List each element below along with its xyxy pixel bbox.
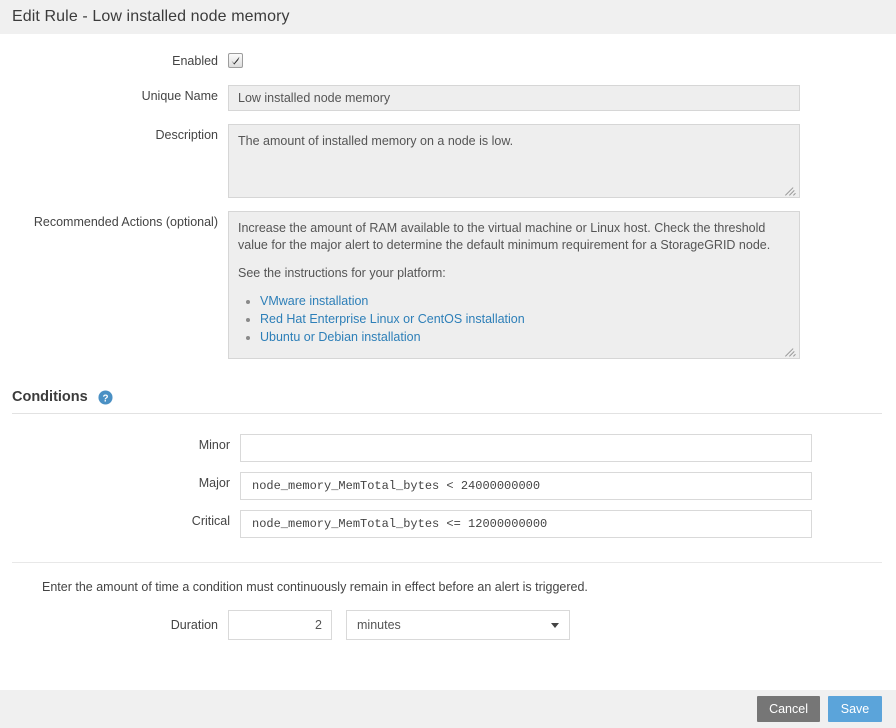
- conditions-header: Conditions ?: [12, 389, 882, 414]
- rule-form: Enabled Unique Name Description The amou…: [0, 34, 896, 359]
- description-textarea[interactable]: The amount of installed memory on a node…: [228, 124, 800, 198]
- dialog-footer: Cancel Save: [0, 690, 896, 728]
- field-row-critical: Critical: [12, 510, 882, 538]
- conditions-body: Minor Major Critical: [12, 414, 882, 538]
- svg-text:?: ?: [102, 393, 108, 404]
- major-condition-input[interactable]: [240, 472, 812, 500]
- chevron-down-icon: [551, 623, 559, 628]
- field-row-enabled: Enabled: [0, 50, 896, 72]
- list-item: Red Hat Enterprise Linux or CentOS insta…: [260, 311, 790, 328]
- duration-unit-select[interactable]: minutes: [346, 610, 570, 640]
- resize-handle-icon: [785, 184, 797, 196]
- recommended-actions-field: Increase the amount of RAM available to …: [228, 211, 896, 359]
- critical-label: Critical: [12, 510, 240, 532]
- major-label: Major: [12, 472, 240, 494]
- unique-name-field: [228, 85, 896, 111]
- link-ubuntu-debian-installation[interactable]: Ubuntu or Debian installation: [260, 330, 421, 344]
- checkmark-icon: [230, 55, 241, 66]
- duration-divider: [12, 562, 882, 563]
- save-button[interactable]: Save: [828, 696, 882, 722]
- platform-links-list: VMware installation Red Hat Enterprise L…: [238, 293, 790, 346]
- recommended-actions-textarea[interactable]: Increase the amount of RAM available to …: [228, 211, 800, 359]
- recommended-actions-subheading: See the instructions for your platform:: [238, 265, 790, 282]
- duration-section: Enter the amount of time a condition mus…: [0, 562, 896, 640]
- link-rhel-centos-installation[interactable]: Red Hat Enterprise Linux or CentOS insta…: [260, 312, 525, 326]
- minor-field: [240, 434, 882, 462]
- recommended-actions-label: Recommended Actions (optional): [0, 211, 228, 233]
- resize-handle-icon: [785, 345, 797, 357]
- link-vmware-installation[interactable]: VMware installation: [260, 294, 368, 308]
- duration-input[interactable]: [228, 610, 332, 640]
- description-label: Description: [0, 124, 228, 146]
- enabled-label: Enabled: [0, 50, 228, 72]
- critical-condition-input[interactable]: [240, 510, 812, 538]
- conditions-section: Conditions ? Minor Major Critical: [0, 389, 896, 538]
- dialog-header: Edit Rule - Low installed node memory: [0, 0, 896, 34]
- duration-note: Enter the amount of time a condition mus…: [12, 580, 882, 594]
- conditions-title: Conditions: [12, 389, 88, 405]
- description-field: The amount of installed memory on a node…: [228, 124, 896, 198]
- field-row-description: Description The amount of installed memo…: [0, 124, 896, 198]
- field-row-duration: Duration minutes: [12, 610, 882, 640]
- recommended-actions-paragraph: Increase the amount of RAM available to …: [238, 220, 790, 254]
- cancel-button[interactable]: Cancel: [757, 696, 820, 722]
- critical-field: [240, 510, 882, 538]
- field-row-unique-name: Unique Name: [0, 85, 896, 111]
- list-item: Ubuntu or Debian installation: [260, 329, 790, 346]
- duration-label: Duration: [12, 614, 228, 636]
- field-row-recommended-actions: Recommended Actions (optional) Increase …: [0, 211, 896, 359]
- unique-name-label: Unique Name: [0, 85, 228, 107]
- enabled-checkbox[interactable]: [228, 53, 243, 68]
- description-text: The amount of installed memory on a node…: [238, 133, 790, 150]
- list-item: VMware installation: [260, 293, 790, 310]
- field-row-minor: Minor: [12, 434, 882, 462]
- page-title: Edit Rule - Low installed node memory: [12, 8, 290, 26]
- minor-label: Minor: [12, 434, 240, 456]
- field-row-major: Major: [12, 472, 882, 500]
- unique-name-input[interactable]: [228, 85, 800, 111]
- enabled-field: [228, 50, 896, 69]
- major-field: [240, 472, 882, 500]
- help-circle-icon[interactable]: ?: [98, 390, 113, 405]
- minor-condition-input[interactable]: [240, 434, 812, 462]
- duration-unit-value: minutes: [357, 618, 401, 632]
